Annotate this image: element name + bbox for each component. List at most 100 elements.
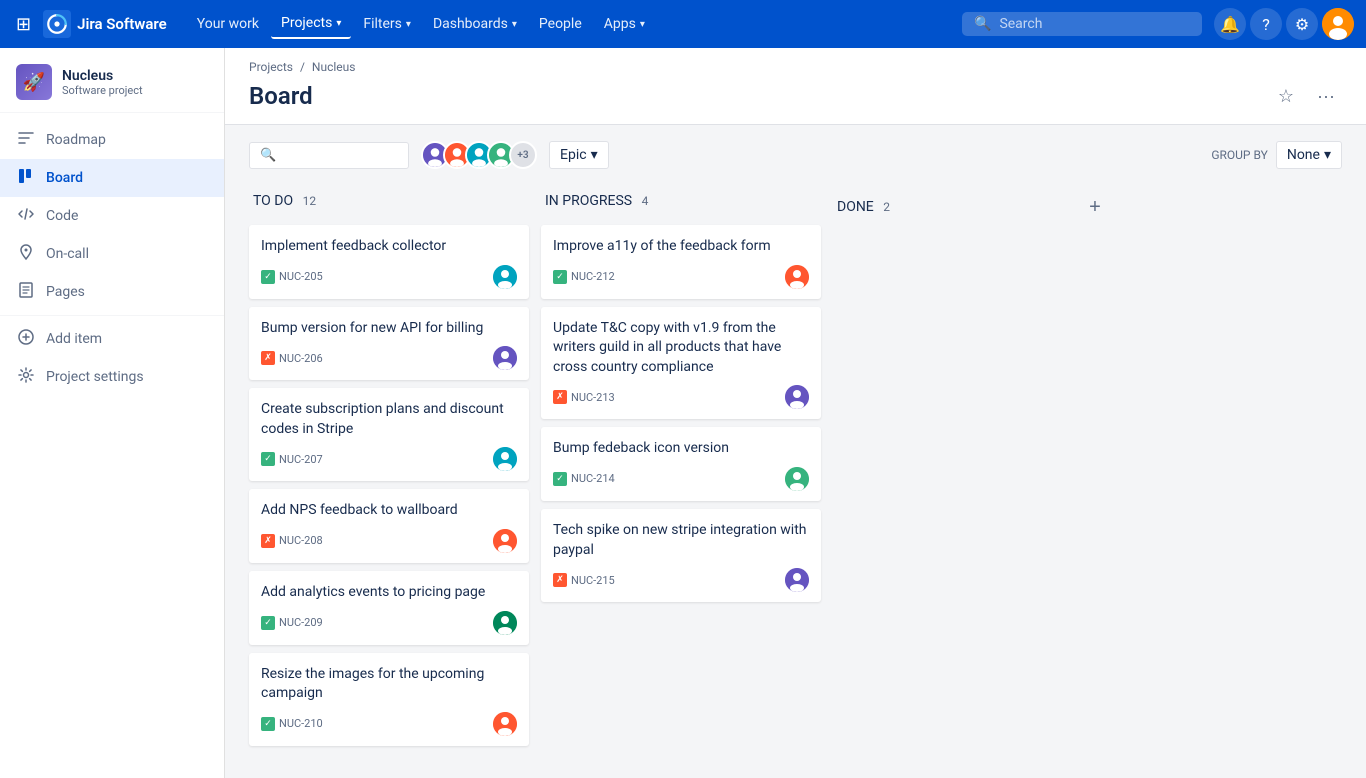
card-id: NUC-209: [279, 616, 323, 629]
column-header-inprogress: IN PROGRESS 4: [541, 185, 821, 217]
logo-text: Jira Software: [77, 15, 167, 33]
epic-label: Epic: [560, 147, 587, 163]
user-avatar[interactable]: [1322, 8, 1354, 40]
board-columns: TO DO 12 Implement feedback collector ✓ …: [249, 185, 1342, 746]
card-nuc213[interactable]: Update T&C copy with v1.9 from the write…: [541, 307, 821, 420]
nav-apps[interactable]: Apps ▾: [594, 10, 655, 38]
group-by-select[interactable]: None ▾: [1276, 141, 1342, 169]
card-title: Tech spike on new stripe integration wit…: [553, 521, 809, 560]
project-header[interactable]: 🚀 Nucleus Software project: [0, 48, 224, 113]
card-footer: ✓ NUC-214: [553, 467, 809, 491]
board-search-icon: 🔍: [260, 148, 276, 163]
breadcrumb-projects[interactable]: Projects: [249, 60, 293, 74]
group-by-area: GROUP BY None ▾: [1211, 141, 1342, 169]
breadcrumb: Projects / Nucleus: [249, 60, 1342, 74]
column-header-todo: TO DO 12: [249, 185, 529, 217]
card-nuc208[interactable]: Add NPS feedback to wallboard ✗ NUC-208: [249, 489, 529, 563]
projects-chevron-icon: ▾: [336, 18, 341, 29]
column-inprogress: IN PROGRESS 4 Improve a11y of the feedba…: [541, 185, 821, 602]
epic-filter[interactable]: Epic ▾: [549, 141, 609, 169]
card-footer: ✗ NUC-206: [261, 346, 517, 370]
avatar-filter-more[interactable]: +3: [509, 141, 537, 169]
notifications-button[interactable]: 🔔: [1214, 8, 1246, 40]
issue-type-story: ✓: [261, 452, 275, 466]
sidebar-item-add[interactable]: Add item: [0, 320, 224, 358]
sidebar-item-code[interactable]: Code: [0, 197, 224, 235]
help-button[interactable]: ?: [1250, 8, 1282, 40]
logo[interactable]: Jira Software: [43, 10, 167, 38]
add-column-button[interactable]: +: [1081, 193, 1109, 221]
card-nuc214[interactable]: Bump fedeback icon version ✓ NUC-214: [541, 427, 821, 501]
issue-type-bug: ✗: [261, 534, 275, 548]
sidebar-item-pages[interactable]: Pages: [0, 273, 224, 311]
card-id: NUC-214: [571, 472, 615, 485]
column-title-inprogress: IN PROGRESS 4: [545, 193, 648, 209]
card-footer: ✓ NUC-210: [261, 712, 517, 736]
column-todo: TO DO 12 Implement feedback collector ✓ …: [249, 185, 529, 746]
nav-projects[interactable]: Projects ▾: [271, 9, 351, 39]
card-id: NUC-205: [279, 270, 323, 283]
card-footer: ✗ NUC-213: [553, 385, 809, 409]
nav-filters[interactable]: Filters ▾: [353, 10, 421, 38]
column-title-done: DONE 2: [837, 199, 890, 215]
card-id: NUC-213: [571, 391, 615, 404]
page-title-actions: ☆ ···: [1270, 80, 1342, 112]
more-button[interactable]: ···: [1310, 80, 1342, 112]
board-area: 🔍 +3: [225, 125, 1366, 762]
issue-type-bug: ✗: [553, 573, 567, 587]
issue-type-story: ✓: [553, 472, 567, 486]
search-input[interactable]: Search: [999, 16, 1042, 32]
page-header: Projects / Nucleus Board ☆ ···: [225, 48, 1366, 125]
card-id: NUC-208: [279, 534, 323, 547]
search-bar[interactable]: 🔍 Search: [962, 12, 1202, 36]
sidebar-label-board: Board: [46, 170, 83, 186]
star-button[interactable]: ☆: [1270, 80, 1302, 112]
sidebar-item-board[interactable]: Board: [0, 159, 224, 197]
nav-your-work[interactable]: Your work: [187, 10, 269, 38]
breadcrumb-project[interactable]: Nucleus: [312, 60, 356, 74]
breadcrumb-separator: /: [300, 60, 305, 74]
sidebar-item-settings[interactable]: Project settings: [0, 358, 224, 396]
main-content: Projects / Nucleus Board ☆ ··· 🔍: [225, 48, 1366, 778]
avatars-filter[interactable]: +3: [421, 141, 537, 169]
card-nuc215[interactable]: Tech spike on new stripe integration wit…: [541, 509, 821, 602]
card-title: Resize the images for the upcoming campa…: [261, 665, 517, 704]
card-title: Create subscription plans and discount c…: [261, 400, 517, 439]
board-search[interactable]: 🔍: [249, 142, 409, 169]
grid-icon[interactable]: ⊞: [12, 10, 35, 39]
card-id: NUC-215: [571, 574, 615, 587]
card-title: Bump fedeback icon version: [553, 439, 809, 459]
card-avatar: [493, 529, 517, 553]
app-layout: 🚀 Nucleus Software project Roadmap Board: [0, 48, 1366, 778]
nav-people[interactable]: People: [529, 10, 592, 38]
card-avatar: [785, 568, 809, 592]
issue-type-bug: ✗: [261, 351, 275, 365]
project-type: Software project: [62, 84, 143, 97]
epic-chevron-icon: ▾: [591, 147, 598, 163]
board-filters: 🔍 +3: [249, 141, 1342, 169]
card-id-area: ✗ NUC-206: [261, 351, 323, 365]
card-avatar: [493, 265, 517, 289]
card-nuc209[interactable]: Add analytics events to pricing page ✓ N…: [249, 571, 529, 645]
group-by-label: GROUP BY: [1211, 148, 1268, 162]
page-title-row: Board ☆ ···: [249, 80, 1342, 124]
card-nuc210[interactable]: Resize the images for the upcoming campa…: [249, 653, 529, 746]
sidebar-label-oncall: On-call: [46, 246, 89, 262]
card-nuc212[interactable]: Improve a11y of the feedback form ✓ NUC-…: [541, 225, 821, 299]
sidebar: 🚀 Nucleus Software project Roadmap Board: [0, 48, 225, 778]
card-nuc205[interactable]: Implement feedback collector ✓ NUC-205: [249, 225, 529, 299]
card-footer: ✓ NUC-205: [261, 265, 517, 289]
card-footer: ✓ NUC-212: [553, 265, 809, 289]
sidebar-item-roadmap[interactable]: Roadmap: [0, 121, 224, 159]
card-title: Add analytics events to pricing page: [261, 583, 517, 603]
sidebar-item-oncall[interactable]: On-call: [0, 235, 224, 273]
settings-button[interactable]: ⚙: [1286, 8, 1318, 40]
card-nuc206[interactable]: Bump version for new API for billing ✗ N…: [249, 307, 529, 381]
column-title-todo: TO DO 12: [253, 193, 316, 209]
oncall-icon: [16, 243, 36, 265]
page-title: Board: [249, 82, 313, 110]
nav-dashboards[interactable]: Dashboards ▾: [423, 10, 527, 38]
card-footer: ✓ NUC-209: [261, 611, 517, 635]
card-nuc207[interactable]: Create subscription plans and discount c…: [249, 388, 529, 481]
card-avatar: [785, 385, 809, 409]
